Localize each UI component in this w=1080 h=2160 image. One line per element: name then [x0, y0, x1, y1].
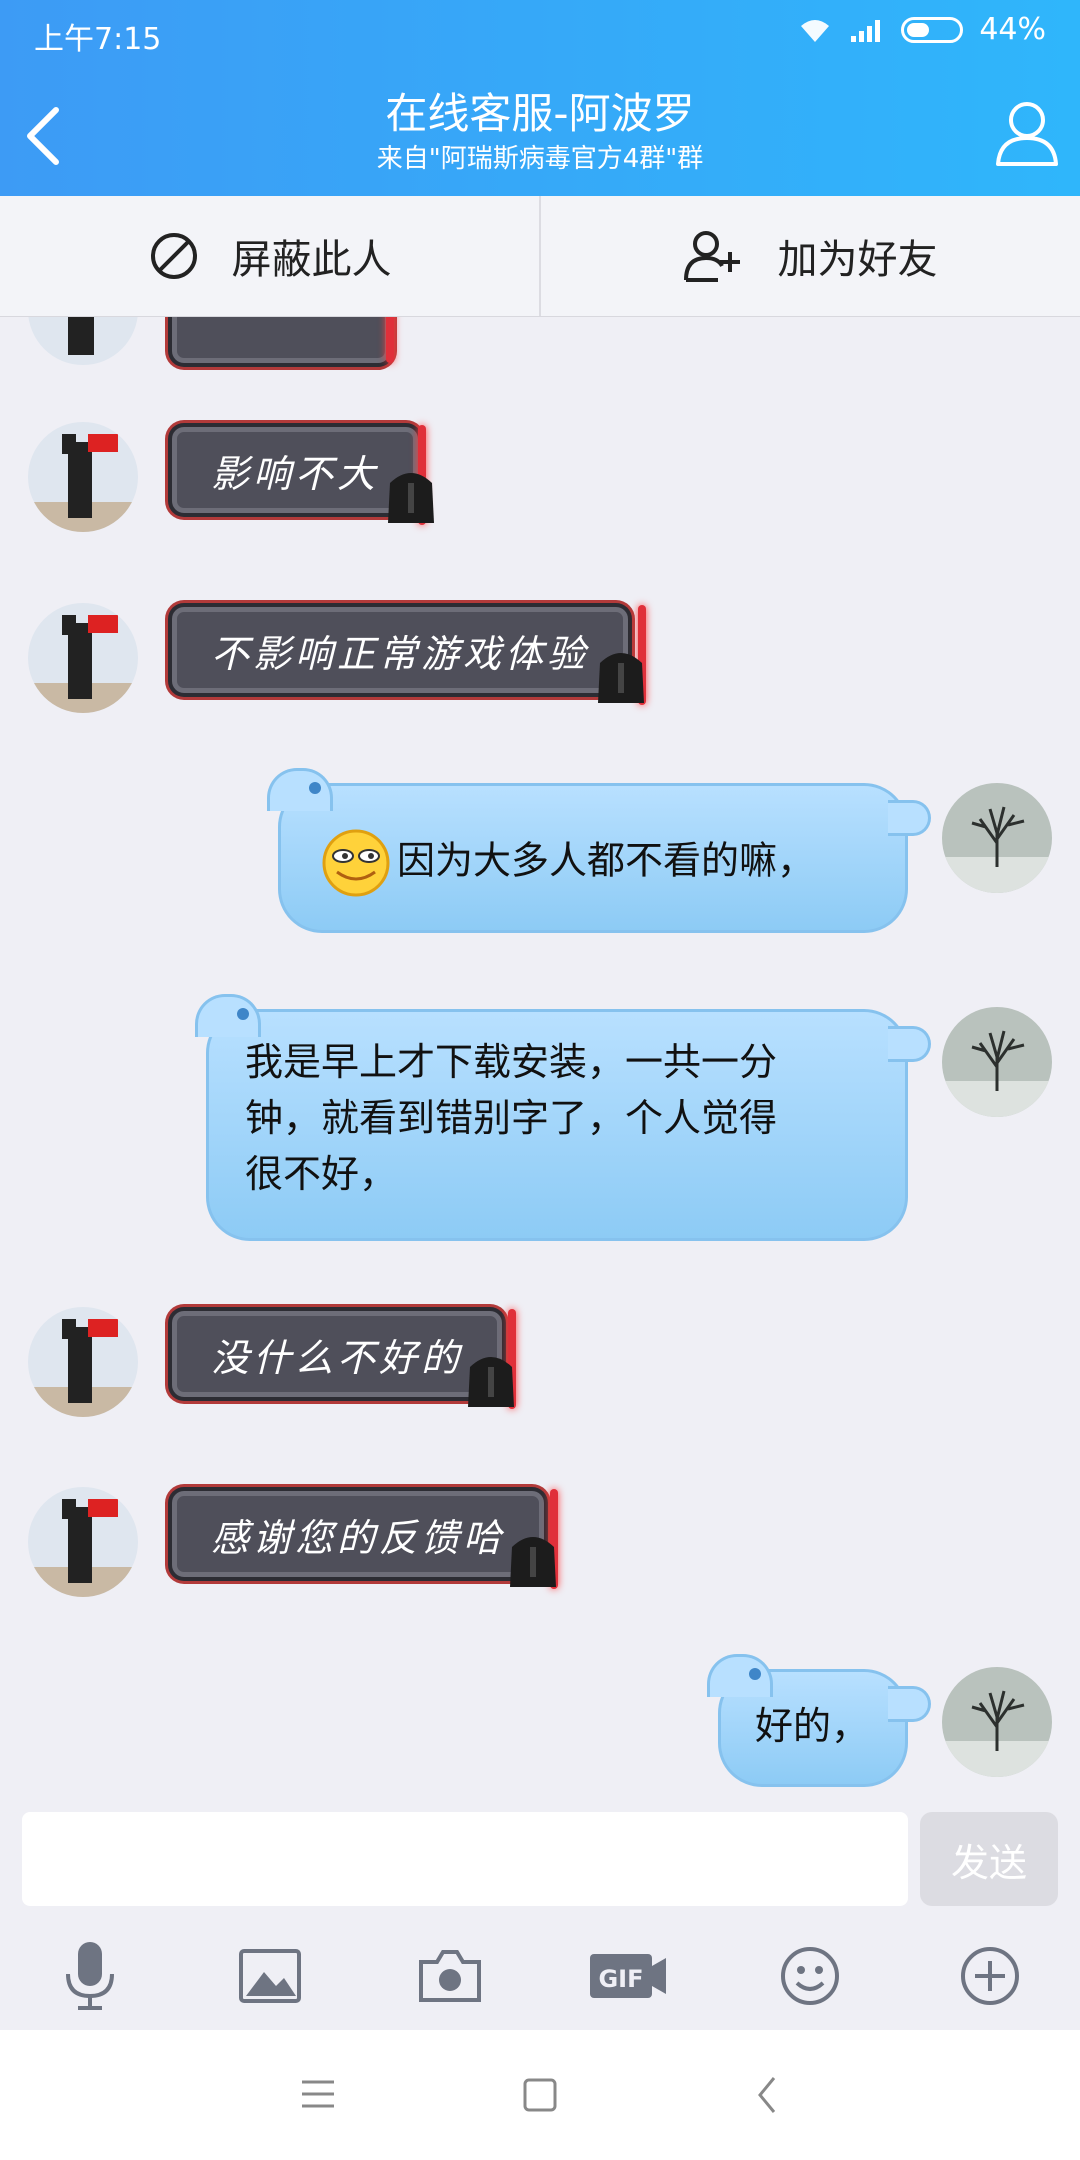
bubble-dot-decoration	[749, 1668, 761, 1680]
message-bubble[interactable]: 不影响正常游戏体验	[172, 607, 629, 693]
mic-icon[interactable]	[50, 1940, 130, 2012]
saber-decoration	[386, 317, 394, 363]
add-friend-label: 加为好友	[777, 237, 938, 283]
bubble-dot-decoration	[309, 782, 321, 794]
gif-icon[interactable]: GIF	[588, 1940, 668, 2012]
status-bar: 上午7:15 44%	[0, 0, 1080, 66]
message-text: 影响不大	[211, 451, 380, 496]
chat-subtitle: 来自"阿瑞斯病毒官方4群"群	[376, 144, 704, 174]
grin-emoji-icon	[322, 829, 390, 897]
battery-icon	[901, 16, 964, 43]
send-label: 发送	[950, 1840, 1027, 1885]
message-bubble[interactable]: 感谢您的反馈哈	[172, 1491, 545, 1577]
agent-avatar[interactable]	[28, 603, 138, 713]
message-text: 感谢您的反馈哈	[211, 1515, 506, 1560]
back-arrow-icon[interactable]	[16, 96, 76, 176]
helmet-decoration	[598, 653, 644, 703]
block-user-button[interactable]: 屏蔽此人	[0, 196, 541, 316]
agent-avatar[interactable]	[28, 422, 138, 532]
add-friend-button[interactable]: 加为好友	[540, 196, 1079, 316]
add-friend-icon	[683, 231, 740, 282]
bubble-tail-decoration	[888, 800, 931, 836]
message-bubble-own[interactable]: 因为大多人都不看的嘛，	[267, 768, 931, 933]
bubble-dot-decoration	[237, 1008, 249, 1020]
message-text: 没什么不好的	[211, 1335, 464, 1380]
agent-avatar[interactable]	[28, 317, 138, 365]
title-block: 在线客服-阿波罗 来自"阿瑞斯病毒官方4群"群	[200, 88, 880, 176]
camera-icon[interactable]	[410, 1940, 490, 2012]
bubble-ear-decoration	[195, 994, 261, 1037]
helmet-decoration	[388, 473, 434, 523]
agent-avatar[interactable]	[28, 1307, 138, 1417]
message-bubble-own[interactable]: 好的，	[707, 1654, 931, 1787]
composer-toolbar: GIF	[0, 1918, 1080, 2030]
message-text: 不影响正常游戏体验	[211, 631, 590, 676]
agent-avatar[interactable]	[28, 1487, 138, 1597]
profile-icon[interactable]	[994, 98, 1060, 168]
message-line: 我是早上才下载安装，一共一分	[245, 1040, 778, 1084]
message-line: 很不好，	[245, 1152, 398, 1196]
composer: 发送	[0, 1808, 1080, 1918]
action-bar: 屏蔽此人 加为好友	[0, 196, 1080, 317]
block-user-label: 屏蔽此人	[231, 237, 392, 283]
helmet-decoration	[468, 1357, 514, 1407]
user-avatar[interactable]	[942, 1007, 1052, 1117]
bubble-ear-decoration	[707, 1654, 773, 1697]
send-button[interactable]: 发送	[920, 1812, 1058, 1906]
wifi-icon	[801, 19, 830, 42]
chat-header: 上午7:15 44% 在线客服-阿波罗 来自"阿瑞斯病毒官方4群"群	[0, 0, 1080, 196]
bubble-tail-decoration	[888, 1686, 931, 1722]
message-line: 钟，就看到错别字了，个人觉得	[245, 1096, 778, 1140]
emoji-icon[interactable]	[770, 1940, 850, 2012]
message-bubble-own[interactable]: 我是早上才下载安装，一共一分 钟，就看到错别字了，个人觉得 很不好，	[195, 994, 931, 1241]
status-time: 上午7:15	[34, 22, 162, 57]
back-icon[interactable]	[738, 2070, 798, 2120]
status-icons: 44%	[797, 12, 1046, 47]
message-input[interactable]	[22, 1812, 908, 1906]
battery-percent: 44%	[979, 12, 1046, 47]
message-bubble[interactable]: 没什么不好的	[172, 1311, 503, 1397]
system-nav-bar	[0, 2030, 1080, 2160]
menu-icon[interactable]	[288, 2070, 348, 2120]
chat-messages[interactable]: 影响不大 不影响正常游戏体验 因为大多人都不看的嘛， 我是早上才下载安装，一共一…	[0, 317, 1080, 1807]
bubble-tail-decoration	[888, 1026, 931, 1062]
helmet-decoration	[510, 1537, 556, 1587]
user-avatar[interactable]	[942, 783, 1052, 893]
plus-icon[interactable]	[950, 1940, 1030, 2012]
signal-icon	[851, 19, 881, 42]
user-avatar[interactable]	[942, 1667, 1052, 1777]
svg-text:GIF: GIF	[598, 1965, 643, 1993]
message-text: 因为大多人都不看的嘛，	[397, 838, 816, 883]
block-icon	[150, 233, 197, 279]
chat-title: 在线客服-阿波罗	[385, 89, 695, 138]
home-icon[interactable]	[510, 2070, 570, 2120]
message-text: 好的，	[755, 1704, 870, 1748]
message-bubble-partial[interactable]	[172, 317, 390, 363]
image-icon[interactable]	[230, 1940, 310, 2012]
bubble-ear-decoration	[267, 768, 333, 811]
